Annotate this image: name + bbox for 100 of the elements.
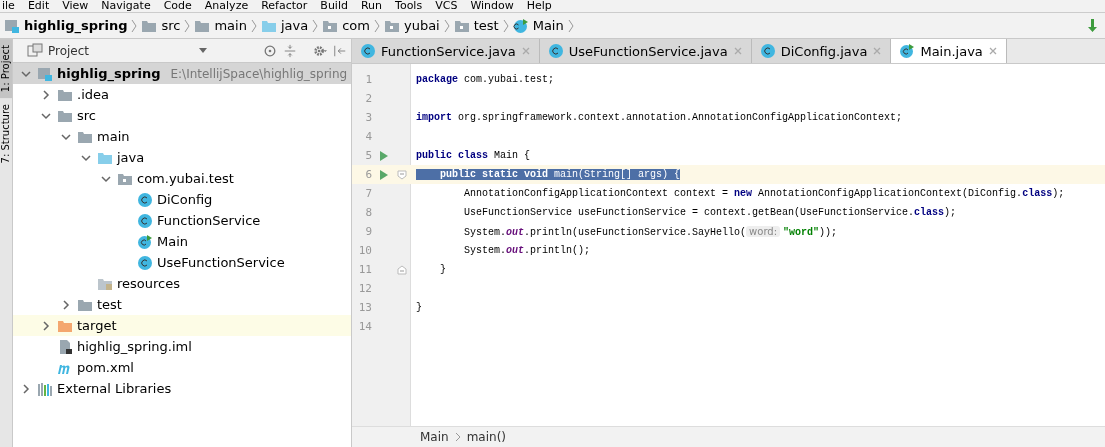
- expand-down-icon[interactable]: [61, 131, 71, 142]
- tree-item[interactable]: src: [13, 105, 351, 126]
- tree-item[interactable]: resources: [13, 273, 351, 294]
- chevron-icon: [373, 18, 380, 33]
- menu-item[interactable]: ile: [2, 0, 15, 12]
- close-icon[interactable]: [987, 46, 998, 56]
- breadcrumb-item[interactable]: Main: [420, 430, 449, 444]
- class-icon: [547, 43, 564, 59]
- code-line: import org.springframework.context.annotation.AnnotationConfigApplicationContext;: [416, 112, 903, 123]
- menu-item[interactable]: Analyze: [204, 0, 249, 12]
- tool-window-tab[interactable]: 1: Project: [0, 39, 12, 99]
- breadcrumb-item[interactable]: main(): [466, 430, 506, 444]
- class-icon: [137, 254, 153, 271]
- tree-item[interactable]: Main: [13, 231, 351, 252]
- breadcrumb-item[interactable]: main: [194, 17, 247, 34]
- tree-item[interactable]: com.yubai.test: [13, 168, 351, 189]
- code-line: }: [439, 264, 446, 275]
- expand-down-icon[interactable]: [21, 68, 31, 79]
- tree-item[interactable]: .idea: [13, 84, 351, 105]
- chevron-icon: [454, 432, 461, 442]
- dropdown-caret-icon[interactable]: [199, 47, 207, 54]
- chevron-icon: [131, 18, 138, 33]
- expand-down-icon[interactable]: [41, 110, 51, 121]
- tool-window-tab[interactable]: 7: Structure: [0, 98, 12, 170]
- expand-right-icon[interactable]: [21, 383, 31, 394]
- class-run-icon: [137, 233, 153, 250]
- expand-right-icon[interactable]: [41, 320, 51, 331]
- breadcrumb-item[interactable]: src: [141, 17, 181, 34]
- breadcrumb-item[interactable]: highlig_spring: [4, 17, 128, 34]
- line-number: 7: [364, 187, 372, 200]
- tree-item[interactable]: main: [13, 126, 351, 147]
- run-icon[interactable]: [379, 168, 389, 181]
- menu-item[interactable]: Edit: [27, 0, 50, 12]
- menu-item[interactable]: Tools: [395, 0, 423, 12]
- menu-item[interactable]: Window: [470, 0, 514, 12]
- editor-tab[interactable]: Main.java: [891, 39, 1007, 63]
- tree-item[interactable]: FunctionService: [13, 210, 351, 231]
- chevron-icon: [250, 18, 257, 33]
- menu-item[interactable]: Refactor: [261, 0, 308, 12]
- tree-item[interactable]: External Libraries: [13, 378, 351, 399]
- expand-down-icon[interactable]: [81, 152, 91, 163]
- breadcrumb-item[interactable]: test: [453, 17, 499, 34]
- module-icon: [4, 17, 20, 34]
- class-run-icon: [899, 43, 916, 59]
- editor-tab[interactable]: UseFunctionService.java: [539, 39, 752, 63]
- tree-item[interactable]: highlig_spring.iml: [13, 336, 351, 357]
- line-number: 14: [357, 320, 372, 333]
- class-icon: [759, 43, 776, 59]
- code-line: System.out.println();: [463, 245, 591, 256]
- hide-panel-icon[interactable]: [333, 43, 347, 58]
- line-number: 12: [357, 282, 372, 295]
- expand-right-icon[interactable]: [41, 89, 51, 100]
- tree-item[interactable]: test: [13, 294, 351, 315]
- line-number: 6: [364, 168, 372, 181]
- menu-item[interactable]: Help: [526, 0, 552, 12]
- line-number: 2: [364, 92, 372, 105]
- target-icon[interactable]: [263, 43, 277, 58]
- code-line: package com.yubai.test;: [416, 74, 555, 85]
- menu-item[interactable]: VCS: [435, 0, 458, 12]
- chevron-icon: [312, 18, 319, 33]
- line-number: 8: [364, 206, 372, 219]
- chevron-icon: [443, 18, 450, 33]
- chevron-icon: [502, 18, 509, 33]
- editor-tab[interactable]: DiConfig.java: [751, 39, 892, 63]
- breadcrumb-item[interactable]: yubai: [383, 17, 440, 34]
- tree-item[interactable]: UseFunctionService: [13, 252, 351, 273]
- line-number: 4: [364, 130, 372, 143]
- chevron-icon: [184, 18, 191, 33]
- tree-item[interactable]: target: [13, 315, 351, 336]
- menu-item[interactable]: Code: [163, 0, 192, 12]
- line-number: 9: [364, 225, 372, 238]
- class-icon: [137, 212, 153, 229]
- line-number: 11: [357, 263, 372, 276]
- code-line: }: [416, 302, 422, 313]
- file-icon: [57, 338, 73, 355]
- settings-icon[interactable]: [313, 43, 327, 58]
- breadcrumb-item[interactable]: java: [260, 17, 309, 34]
- line-number: 1: [364, 73, 372, 86]
- breadcrumb-item[interactable]: com: [322, 17, 370, 34]
- project-icon: [27, 42, 43, 59]
- run-icon[interactable]: [379, 149, 389, 162]
- menu-item[interactable]: Build: [320, 0, 348, 12]
- menu-item[interactable]: View: [62, 0, 89, 12]
- line-number: 5: [364, 149, 372, 162]
- line-number: 13: [357, 301, 372, 314]
- expand-right-icon[interactable]: [61, 299, 71, 310]
- chevron-icon: [567, 18, 574, 33]
- tree-item[interactable]: highlig_spring E:\IntellijSpace\highlig_spring: [13, 63, 351, 84]
- tree-item[interactable]: java: [13, 147, 351, 168]
- tree-item[interactable]: DiConfig: [13, 189, 351, 210]
- menu-item[interactable]: Run: [360, 0, 383, 12]
- class-run-icon: [512, 17, 529, 34]
- editor-tab[interactable]: FunctionService.java: [352, 39, 540, 63]
- tree-item[interactable]: pom.xml: [13, 357, 351, 378]
- breadcrumb-item[interactable]: Main: [512, 17, 564, 34]
- menu-item[interactable]: Navigate: [101, 0, 151, 12]
- code-line: UseFunctionService useFunctionService = context.getBean(UseFunctionService.class);: [463, 207, 957, 218]
- code-line: public class Main {: [416, 150, 531, 161]
- expand-down-icon[interactable]: [101, 173, 111, 184]
- class-icon: [137, 191, 153, 208]
